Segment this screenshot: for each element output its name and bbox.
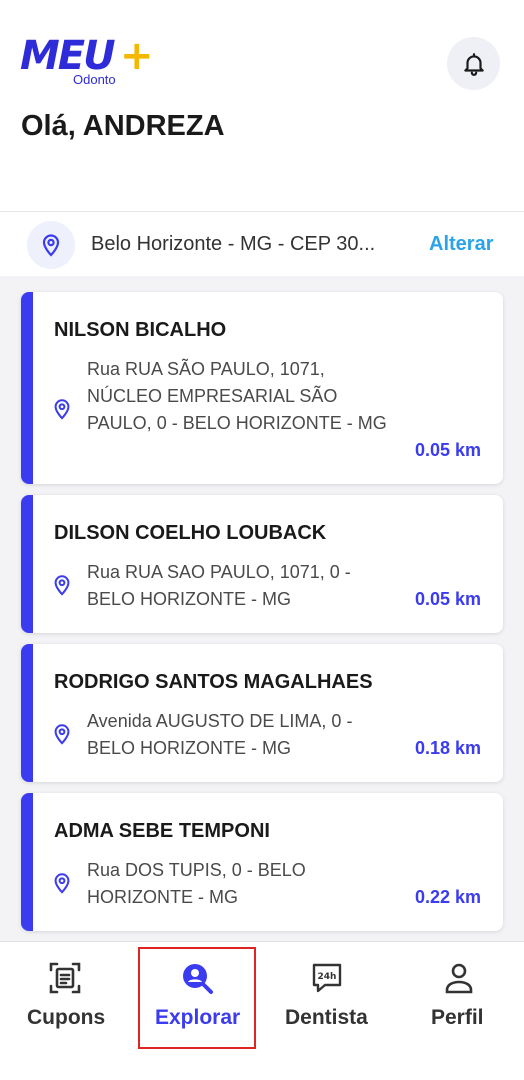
dentist-distance: 0.22 km: [414, 887, 481, 907]
coupon-scan-icon: [49, 962, 81, 994]
dentist-card[interactable]: RODRIGO SANTOS MAGALHAES Avenida AUGUSTO…: [21, 644, 503, 782]
logo-plus-text: +: [120, 33, 154, 79]
dentist-card[interactable]: NILSON BICALHO Rua RUA SÃO PAULO, 1071, …: [21, 292, 503, 484]
dentist-address: Rua DOS TUPIS, 0 - BELO HORIZONTE - MG: [87, 860, 306, 907]
dentist-address: Avenida AUGUSTO DE LIMA, 0 - BELO HORIZO…: [87, 711, 353, 758]
dentist-distance: 0.18 km: [414, 738, 481, 758]
nav-item-dentista[interactable]: 24h Dentista: [272, 942, 384, 1052]
greeting-title: Olá, ANDREZA: [21, 110, 225, 142]
card-accent-bar: [21, 292, 33, 484]
dentist-distance: 0.05 km: [414, 440, 481, 460]
logo-sub-text: Odonto: [73, 72, 116, 87]
change-location-link[interactable]: Alterar: [429, 233, 493, 256]
dentist-name: DILSON COELHO LOUBACK: [54, 522, 327, 544]
svg-text:24h: 24h: [318, 972, 337, 982]
nav-item-cupons[interactable]: Cupons: [10, 942, 120, 1052]
dentist-name: RODRIGO SANTOS MAGALHAES: [54, 671, 373, 693]
location-text: Belo Horizonte - MG - CEP 30...: [91, 233, 376, 255]
map-pin-icon: [54, 399, 70, 420]
bottom-navigation: Cupons Explorar 24h Dentista Perfil: [0, 942, 524, 1080]
meu-odonto-logo: MEU + Odonto: [20, 33, 160, 87]
map-pin-icon: [54, 724, 70, 745]
app-header: MEU + Odonto Olá, ANDREZA: [0, 0, 524, 212]
dentist-address: Rua RUA SAO PAULO, 1071, 0 - BELO HORIZO…: [87, 562, 351, 609]
location-icon-wrap: [27, 221, 75, 269]
dentist-distance: 0.05 km: [414, 589, 481, 609]
dentist-list: NILSON BICALHO Rua RUA SÃO PAULO, 1071, …: [0, 276, 524, 941]
map-pin-icon: [54, 575, 70, 596]
nav-item-perfil[interactable]: Perfil: [404, 942, 514, 1052]
dentist-name: ADMA SEBE TEMPONI: [54, 820, 270, 842]
map-pin-icon: [54, 873, 70, 894]
bell-icon: [463, 52, 484, 76]
nav-label-dentista: Dentista: [285, 1006, 368, 1029]
location-bar: Belo Horizonte - MG - CEP 30... Alterar: [0, 212, 524, 276]
nav-label-cupons: Cupons: [27, 1006, 106, 1029]
dentist-card[interactable]: DILSON COELHO LOUBACK Rua RUA SAO PAULO,…: [21, 495, 503, 633]
person-icon: [445, 963, 473, 994]
dentist-address: Rua RUA SÃO PAULO, 1071, NÚCLEO EMPRESAR…: [87, 359, 387, 433]
notifications-button[interactable]: [447, 37, 500, 90]
dentist-name: NILSON BICALHO: [54, 319, 227, 341]
logo-main-text: MEU: [20, 33, 116, 79]
explorar-highlight-box: [138, 947, 256, 1049]
dentist-card[interactable]: ADMA SEBE TEMPONI Rua DOS TUPIS, 0 - BEL…: [21, 793, 503, 931]
card-accent-bar: [21, 644, 33, 782]
24h-chat-icon: 24h: [312, 963, 342, 993]
card-accent-bar: [21, 793, 33, 931]
map-pin-icon: [42, 234, 60, 257]
card-accent-bar: [21, 495, 33, 633]
nav-label-perfil: Perfil: [431, 1006, 484, 1029]
